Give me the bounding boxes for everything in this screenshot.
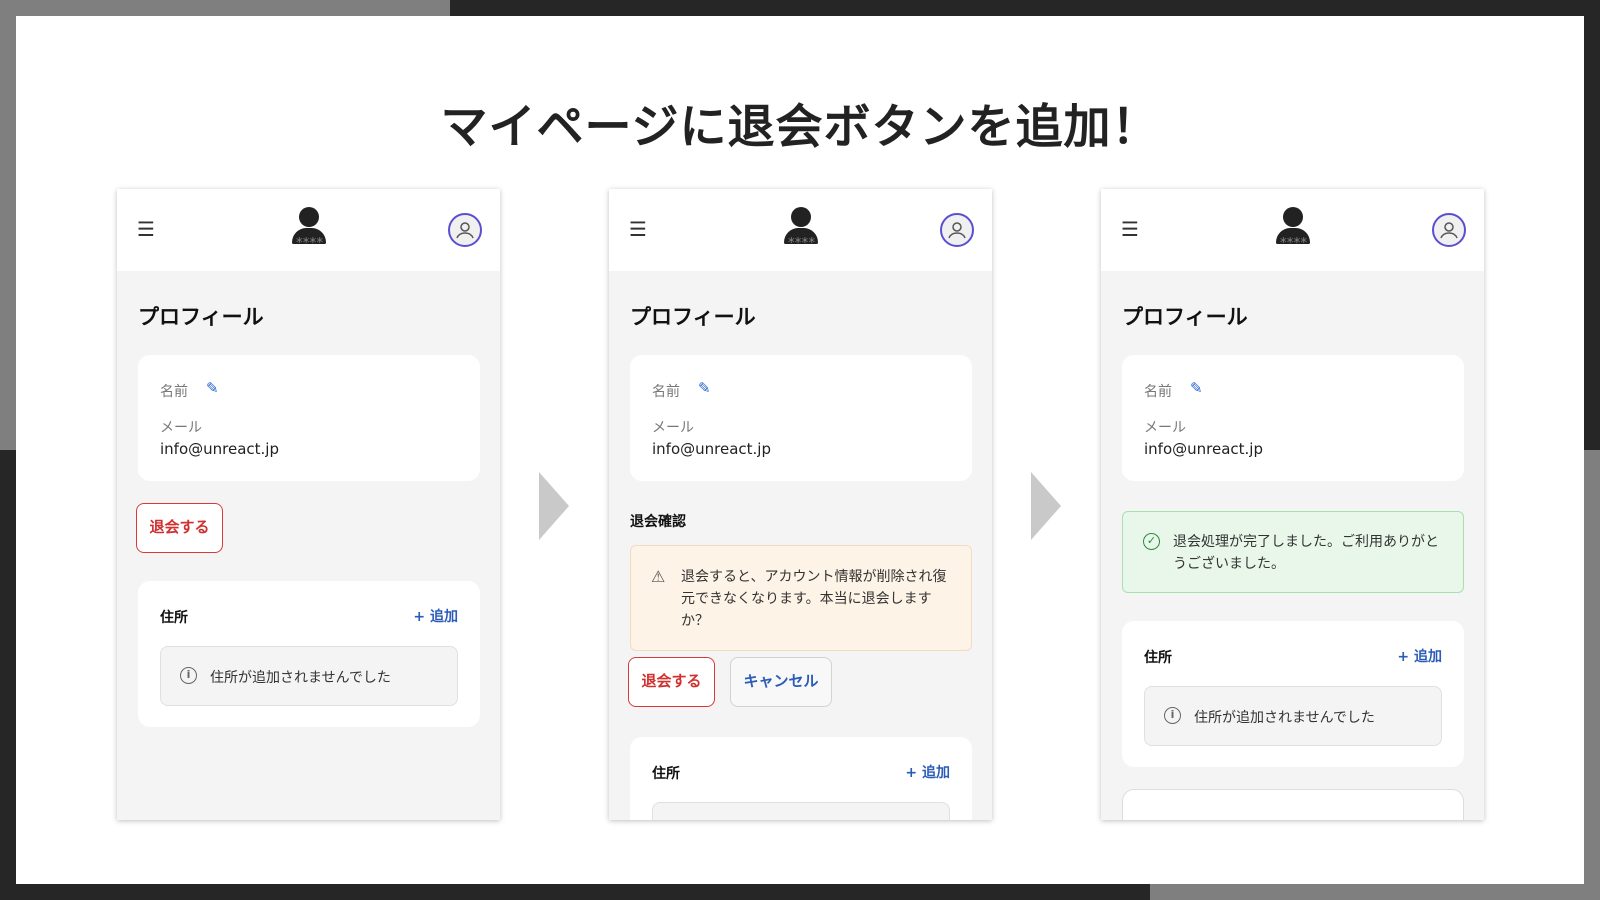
info-icon: i	[1164, 707, 1181, 724]
address-label: 住所	[160, 610, 188, 626]
warning-alert: ⚠ 退会すると、アカウント情報が削除され復元できなくなります。本当に退会しますか…	[630, 545, 972, 651]
mail-value: info@unreact.jp	[1144, 440, 1263, 458]
warning-text: 退会すると、アカウント情報が削除され復元できなくなります。本当に退会しますか？	[681, 569, 947, 629]
page-title: プロフィール	[138, 305, 264, 329]
warning-triangle-icon: ⚠	[651, 567, 666, 586]
success-text: 退会処理が完了しました。ご利用ありがとうございました。	[1173, 534, 1439, 572]
edit-pencil-icon[interactable]: ✎	[1190, 379, 1203, 397]
logo-stars: ****	[295, 236, 323, 251]
menu-icon[interactable]: ☰	[1121, 217, 1139, 241]
avatar-icon[interactable]	[1432, 213, 1466, 247]
name-label: 名前	[1144, 384, 1172, 400]
page-title: プロフィール	[1122, 305, 1248, 329]
edit-pencil-icon[interactable]: ✎	[206, 379, 219, 397]
profile-info-card: 名前 ✎ メール info@unreact.jp	[630, 355, 972, 481]
frame-bar	[1584, 450, 1600, 884]
mail-label: メール	[160, 420, 202, 436]
frame-bar	[0, 16, 16, 450]
mail-value: info@unreact.jp	[160, 440, 279, 458]
address-card: 住所 + 追加 i 住所が追加されませんでした	[1122, 621, 1464, 767]
profile-info-card: 名前 ✎ メール info@unreact.jp	[138, 355, 480, 481]
frame-bar	[1584, 16, 1600, 450]
mail-value: info@unreact.jp	[652, 440, 771, 458]
confirm-heading: 退会確認	[630, 514, 686, 530]
empty-address-text: 住所が追加されませんでした	[210, 670, 391, 686]
logo[interactable]: ****	[780, 207, 822, 251]
logo-head	[299, 207, 319, 227]
address-label: 住所	[652, 766, 680, 782]
add-address-link[interactable]: + 追加	[1397, 646, 1442, 666]
frame-bar	[450, 0, 1600, 16]
mail-label: メール	[1144, 420, 1186, 436]
empty-address-notice: i 住所が追加されませんでした	[652, 802, 950, 820]
menu-icon[interactable]: ☰	[629, 217, 647, 241]
frame-bar	[0, 0, 450, 16]
confirm-withdraw-button[interactable]: 退会する	[628, 657, 715, 707]
add-address-link[interactable]: + 追加	[905, 762, 950, 782]
check-circle-icon: ✓	[1143, 533, 1160, 550]
user-icon	[456, 222, 474, 239]
empty-address-notice: i 住所が追加されませんでした	[160, 646, 458, 706]
logo-stars: ****	[787, 236, 815, 251]
name-label: 名前	[160, 384, 188, 400]
empty-address-text: 住所が追加されませんでした	[1194, 710, 1375, 726]
logo-head	[1283, 207, 1303, 227]
mail-label: メール	[652, 420, 694, 436]
frame-bar	[0, 450, 16, 900]
avatar-icon[interactable]	[448, 213, 482, 247]
phone-screen-before: ☰ **** プロフィール 名前 ✎ メール info@unreact.jp 退…	[117, 189, 500, 820]
app-header: ☰ ****	[609, 189, 992, 271]
app-header: ☰ ****	[1101, 189, 1484, 271]
address-card: 住所 + 追加 i 住所が追加されませんでした	[138, 581, 480, 727]
slide-title: マイページに退会ボタンを追加！	[440, 100, 1160, 155]
logo-head	[791, 207, 811, 227]
name-label: 名前	[652, 384, 680, 400]
cancel-button[interactable]: キャンセル	[730, 657, 832, 707]
app-header: ☰ ****	[117, 189, 500, 271]
profile-info-card: 名前 ✎ メール info@unreact.jp	[1122, 355, 1464, 481]
user-icon	[948, 222, 966, 239]
phone-screen-complete: ☰ **** プロフィール 名前 ✎ メール info@unreact.jp ✓…	[1101, 189, 1484, 820]
page-title: プロフィール	[630, 305, 756, 329]
next-card-partial	[1122, 789, 1464, 820]
info-icon: i	[180, 667, 197, 684]
add-address-link[interactable]: + 追加	[413, 606, 458, 626]
empty-address-notice: i 住所が追加されませんでした	[1144, 686, 1442, 746]
address-label: 住所	[1144, 650, 1172, 666]
success-alert: ✓ 退会処理が完了しました。ご利用ありがとうございました。	[1122, 511, 1464, 593]
logo-stars: ****	[1279, 236, 1307, 251]
avatar-icon[interactable]	[940, 213, 974, 247]
edit-pencil-icon[interactable]: ✎	[698, 379, 711, 397]
arrow-right-icon	[1031, 472, 1061, 540]
logo[interactable]: ****	[288, 207, 330, 251]
frame-bar	[0, 884, 1150, 900]
user-icon	[1440, 222, 1458, 239]
phone-screen-confirm: ☰ **** プロフィール 名前 ✎ メール info@unreact.jp 退…	[609, 189, 992, 820]
menu-icon[interactable]: ☰	[137, 217, 155, 241]
arrow-right-icon	[539, 472, 569, 540]
address-card: 住所 + 追加 i 住所が追加されませんでした	[630, 737, 972, 820]
logo[interactable]: ****	[1272, 207, 1314, 251]
frame-bar	[1150, 884, 1600, 900]
withdraw-button[interactable]: 退会する	[136, 503, 223, 553]
